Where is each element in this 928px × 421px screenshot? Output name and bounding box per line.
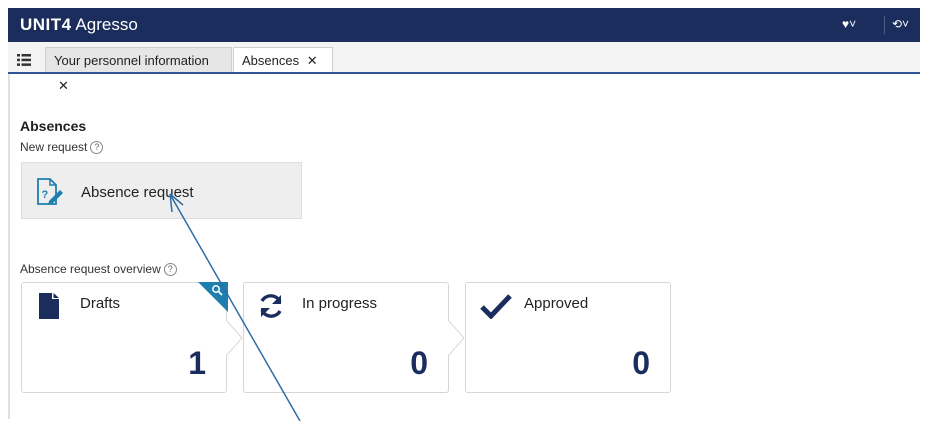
annotation-arrow — [169, 193, 301, 421]
